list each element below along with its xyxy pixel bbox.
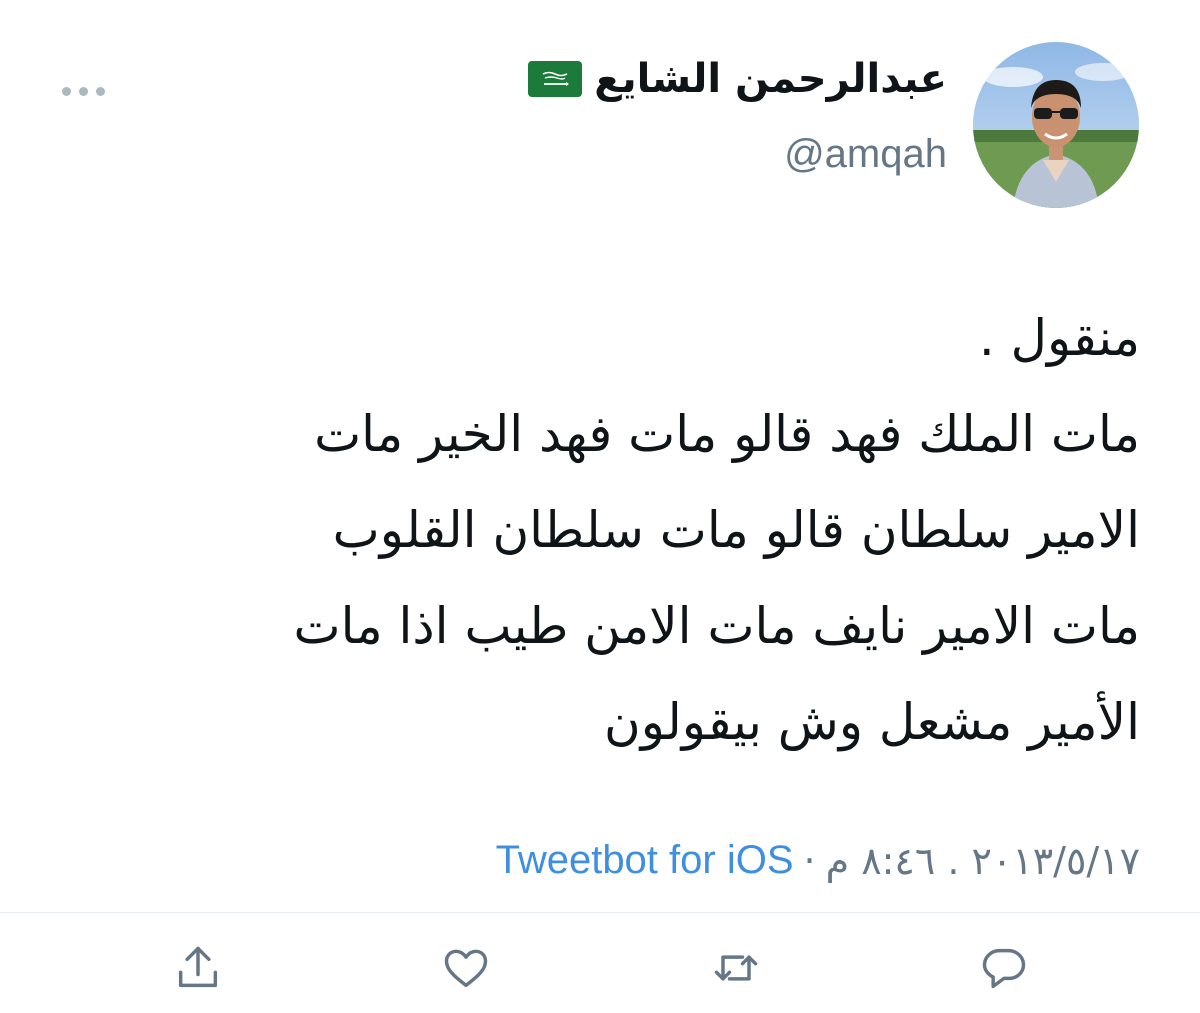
source-link[interactable]: Tweetbot for iOS: [496, 838, 794, 883]
timestamp[interactable]: ٢٠١٣/٥/١٧ . ٨:٤٦ م: [826, 839, 1140, 883]
share-icon: [178, 946, 218, 988]
author-display-name[interactable]: عبدالرحمن الشايع: [594, 56, 947, 102]
share-button[interactable]: [166, 936, 230, 1000]
more-dot: [62, 86, 71, 96]
tweet-text: منقول . مات الملك فهد قالو مات فهد الخير…: [293, 309, 1140, 751]
author-name-row: عبدالرحمن الشايع: [528, 56, 947, 102]
like-button[interactable]: [434, 936, 498, 1000]
avatar[interactable]: [973, 42, 1139, 208]
reply-button[interactable]: [972, 936, 1036, 1000]
tweet-meta: Tweetbot for iOS · ٢٠١٣/٥/١٧ . ٨:٤٦ م: [496, 838, 1140, 883]
divider: [0, 912, 1200, 913]
author-handle[interactable]: @amqah: [784, 132, 947, 177]
saudi-flag-icon: [528, 61, 583, 97]
reply-icon: [982, 948, 1026, 989]
more-options-icon[interactable]: [62, 84, 106, 98]
heart-icon: [444, 949, 488, 988]
more-dot: [96, 86, 105, 96]
meta-separator: ·: [803, 838, 816, 883]
retweet-icon: [714, 955, 758, 981]
more-dot: [79, 86, 88, 96]
retweet-button[interactable]: [704, 936, 768, 1000]
